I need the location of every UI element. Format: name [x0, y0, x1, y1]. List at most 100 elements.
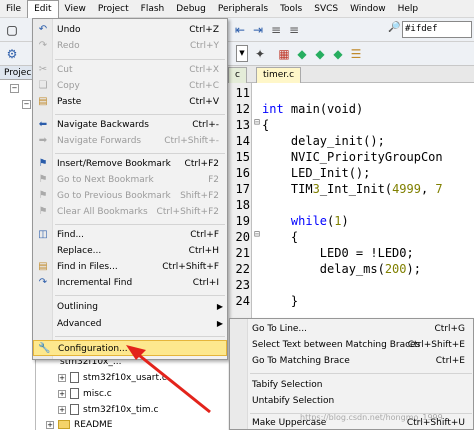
- select-packs-icon[interactable]: ◆: [330, 46, 346, 62]
- new-file-icon[interactable]: ▢: [4, 22, 20, 38]
- tree-item-label: misc.c: [83, 388, 112, 399]
- tree-item-label: stm32f10x_tim.c: [83, 404, 159, 415]
- code-line: while(1): [262, 213, 349, 229]
- code-number: 4999: [392, 182, 421, 196]
- menu-item-insert-remove-bookmark[interactable]: ⚑ Insert/Remove Bookmark Ctrl+F2: [33, 156, 227, 172]
- expand-icon[interactable]: +: [46, 420, 54, 429]
- menu-help[interactable]: Help: [392, 0, 425, 18]
- incremental-find-icon: ↷: [38, 277, 48, 288]
- code-line: }: [262, 294, 299, 308]
- menu-item-incremental-find[interactable]: ↷ Incremental Find Ctrl+I: [33, 275, 227, 291]
- indent-icon[interactable]: ⇥: [250, 22, 266, 38]
- project-tab[interactable]: Projec: [0, 66, 36, 80]
- tree-collapse-icon[interactable]: −: [22, 100, 31, 109]
- code-text: main(void): [290, 102, 364, 116]
- code-text: delay_ms(200);: [262, 262, 421, 276]
- tree-item[interactable]: + misc.c: [58, 386, 112, 401]
- code-line: delay_ms(200);: [262, 261, 421, 277]
- submenu-item-go-to-line[interactable]: Go To Line... Ctrl+G: [230, 321, 473, 337]
- forward-arrow-icon: ➡: [38, 135, 48, 146]
- tree-item[interactable]: + README: [46, 417, 112, 430]
- comment-icon[interactable]: ≡: [268, 22, 284, 38]
- manage-components-icon[interactable]: ▦: [276, 46, 292, 62]
- clear-bookmarks-icon: ⚑: [38, 206, 48, 217]
- fold-marker-icon[interactable]: ⊟: [254, 229, 262, 240]
- submenu-item-select-between-braces[interactable]: Select Text between Matching Braces Ctrl…: [230, 337, 473, 353]
- menu-item-next-bookmark[interactable]: ⚑ Go to Next Bookmark F2: [33, 172, 227, 188]
- menu-tools[interactable]: Tools: [274, 0, 308, 18]
- tree-item[interactable]: + stm32f10x_usart.c: [58, 370, 167, 385]
- menu-view[interactable]: View: [59, 0, 92, 18]
- expand-icon[interactable]: +: [58, 373, 66, 382]
- edit-menu: ↶ Undo Ctrl+Z ↷ Redo Ctrl+Y ✂ Cut Ctrl+X…: [32, 18, 228, 360]
- tree-collapse-icon[interactable]: −: [10, 84, 19, 93]
- code-number: 7: [435, 182, 443, 196]
- menu-item-find[interactable]: ◫ Find... Ctrl+F: [33, 227, 227, 243]
- menu-item-navigate-forwards[interactable]: ➡ Navigate Forwards Ctrl+Shift+-: [33, 133, 227, 149]
- menu-item-clear-bookmarks[interactable]: ⚑ Clear All Bookmarks Ctrl+Shift+F2: [33, 204, 227, 220]
- menu-item-undo[interactable]: ↶ Undo Ctrl+Z: [33, 22, 227, 38]
- submenu-item-go-to-matching-brace[interactable]: Go To Matching Brace Ctrl+E: [230, 353, 473, 369]
- cut-icon: ✂: [38, 64, 48, 75]
- code-text: );: [406, 262, 421, 276]
- submenu-item-tabify[interactable]: Tabify Selection: [230, 377, 473, 393]
- submenu-arrow-icon: ▶: [216, 302, 223, 311]
- undo-icon: ↶: [38, 24, 48, 35]
- c-file-icon: [70, 388, 79, 399]
- translate-icon[interactable]: ⚙: [4, 46, 20, 62]
- code-number: 200: [384, 262, 407, 276]
- menu-peripherals[interactable]: Peripherals: [212, 0, 274, 18]
- line-number: 13: [235, 118, 250, 132]
- run-time-env-icon[interactable]: ◆: [294, 46, 310, 62]
- copy-icon: ❏: [38, 80, 48, 91]
- redo-icon: ↷: [38, 40, 48, 51]
- menu-item-configuration[interactable]: 🔧 Configuration...: [33, 340, 227, 356]
- back-arrow-icon: ⬅: [38, 119, 48, 130]
- tree-item[interactable]: + stm32f10x_tim.c: [58, 402, 159, 417]
- line-number: 22: [235, 262, 250, 276]
- menu-item-find-in-files[interactable]: ▤ Find in Files... Ctrl+Shift+F: [33, 259, 227, 275]
- books-icon[interactable]: ☰: [348, 46, 364, 62]
- menu-debug[interactable]: Debug: [170, 0, 212, 18]
- line-number: 16: [235, 166, 250, 180]
- menu-window[interactable]: Window: [344, 0, 392, 18]
- menu-item-paste[interactable]: ▤ Paste Ctrl+V: [33, 94, 227, 110]
- code-line: {: [262, 118, 270, 132]
- tab-file[interactable]: c: [228, 67, 247, 83]
- pack-installer-icon[interactable]: ◆: [312, 46, 328, 62]
- code-text: while(1): [262, 214, 349, 228]
- expand-icon[interactable]: +: [58, 389, 66, 398]
- code-line: delay_init();: [262, 134, 385, 148]
- fold-marker-icon[interactable]: ⊟: [254, 117, 262, 128]
- menu-item-replace[interactable]: Replace... Ctrl+H: [33, 243, 227, 259]
- line-number: 20: [235, 230, 250, 244]
- c-file-icon: [70, 372, 79, 383]
- menu-item-cut[interactable]: ✂ Cut Ctrl+X: [33, 62, 227, 78]
- code-line: {: [262, 230, 299, 244]
- line-number: 21: [235, 246, 250, 260]
- menu-item-advanced[interactable]: Advanced ▶: [33, 316, 227, 332]
- menu-item-navigate-backwards[interactable]: ⬅ Navigate Backwards Ctrl+-: [33, 117, 227, 133]
- code-text: ,: [420, 182, 436, 196]
- find-combo[interactable]: #ifdef: [402, 21, 472, 38]
- menu-item-redo[interactable]: ↷ Redo Ctrl+Y: [33, 38, 227, 54]
- menu-svcs[interactable]: SVCS: [308, 0, 344, 18]
- menu-project[interactable]: Project: [92, 0, 135, 18]
- menu-item-previous-bookmark[interactable]: ⚑ Go to Previous Bookmark Shift+F2: [33, 188, 227, 204]
- target-options-icon[interactable]: ✦: [252, 46, 268, 62]
- uncomment-icon[interactable]: ≡: [286, 22, 302, 38]
- outdent-icon[interactable]: ⇤: [232, 22, 248, 38]
- menu-edit[interactable]: Edit: [27, 0, 59, 18]
- submenu-item-untabify[interactable]: Untabify Selection: [230, 393, 473, 409]
- menu-item-outlining[interactable]: Outlining ▶: [33, 299, 227, 315]
- target-dropdown[interactable]: ▼: [236, 45, 248, 62]
- menu-file[interactable]: File: [0, 0, 27, 18]
- code-number: 3: [312, 182, 320, 196]
- expand-icon[interactable]: +: [58, 405, 66, 414]
- menu-item-copy[interactable]: ❏ Copy Ctrl+C: [33, 78, 227, 94]
- tree-item-label: README: [74, 419, 113, 430]
- code-text: ): [341, 214, 349, 228]
- menu-flash[interactable]: Flash: [135, 0, 171, 18]
- tab-timer-c[interactable]: timer.c: [256, 67, 302, 83]
